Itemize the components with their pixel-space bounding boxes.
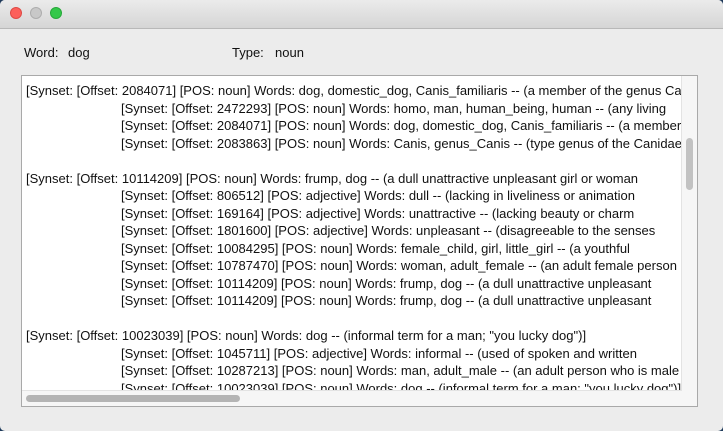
synset-line: [Synset: [Offset: 10787470] [POS: noun] …: [121, 258, 677, 273]
synset-content: [Synset: [Offset: 2084071] [POS: noun] W…: [26, 82, 682, 390]
synset-line: [Synset: [Offset: 10114209] [POS: noun] …: [121, 293, 652, 308]
close-button[interactable]: [10, 7, 22, 19]
synset-text-area[interactable]: [Synset: [Offset: 2084071] [POS: noun] W…: [21, 75, 698, 407]
scroll-corner: [682, 391, 697, 406]
synset-line: [Synset: [Offset: 2084071] [POS: noun] W…: [121, 118, 682, 133]
word-label: Word:: [24, 45, 59, 60]
synset-line: [Synset: [Offset: 2084071] [POS: noun] W…: [26, 83, 682, 98]
synset-line: [Synset: [Offset: 169164] [POS: adjectiv…: [121, 205, 635, 221]
vertical-scrollbar[interactable]: [681, 76, 697, 393]
minimize-button[interactable]: [30, 7, 42, 19]
synset-line: [Synset: [Offset: 2083863] [POS: noun] W…: [121, 135, 682, 151]
synset-line: [Synset: [Offset: 10023039] [POS: noun] …: [26, 328, 587, 343]
synset-line: [Synset: [Offset: 1045711] [POS: adjecti…: [121, 345, 637, 361]
synset-line: [Synset: [Offset: 806512] [POS: adjectiv…: [121, 188, 635, 203]
title-bar[interactable]: [0, 0, 723, 29]
word-value: dog: [68, 45, 90, 60]
synset-line: [Synset: [Offset: 10287213] [POS: noun] …: [121, 363, 680, 378]
horizontal-scrollbar[interactable]: [22, 390, 682, 406]
type-label: Type:: [232, 45, 264, 60]
app-window: Word: dog Type: noun [Synset: [Offset: 2…: [0, 0, 723, 431]
synset-line: [Synset: [Offset: 10084295] [POS: noun] …: [121, 240, 630, 256]
synset-line: [Synset: [Offset: 2472293] [POS: noun] W…: [121, 100, 667, 116]
zoom-button[interactable]: [50, 7, 62, 19]
synset-line: [Synset: [Offset: 10114209] [POS: noun] …: [26, 170, 639, 186]
horizontal-scroll-thumb[interactable]: [26, 395, 240, 402]
synset-line: [Synset: [Offset: 10114209] [POS: noun] …: [121, 275, 652, 291]
type-value: noun: [275, 45, 304, 60]
synset-line: [Synset: [Offset: 1801600] [POS: adjecti…: [121, 223, 656, 238]
vertical-scroll-thumb[interactable]: [686, 138, 693, 190]
synset-line: [Synset: [Offset: 10023039] [POS: noun] …: [121, 380, 682, 391]
